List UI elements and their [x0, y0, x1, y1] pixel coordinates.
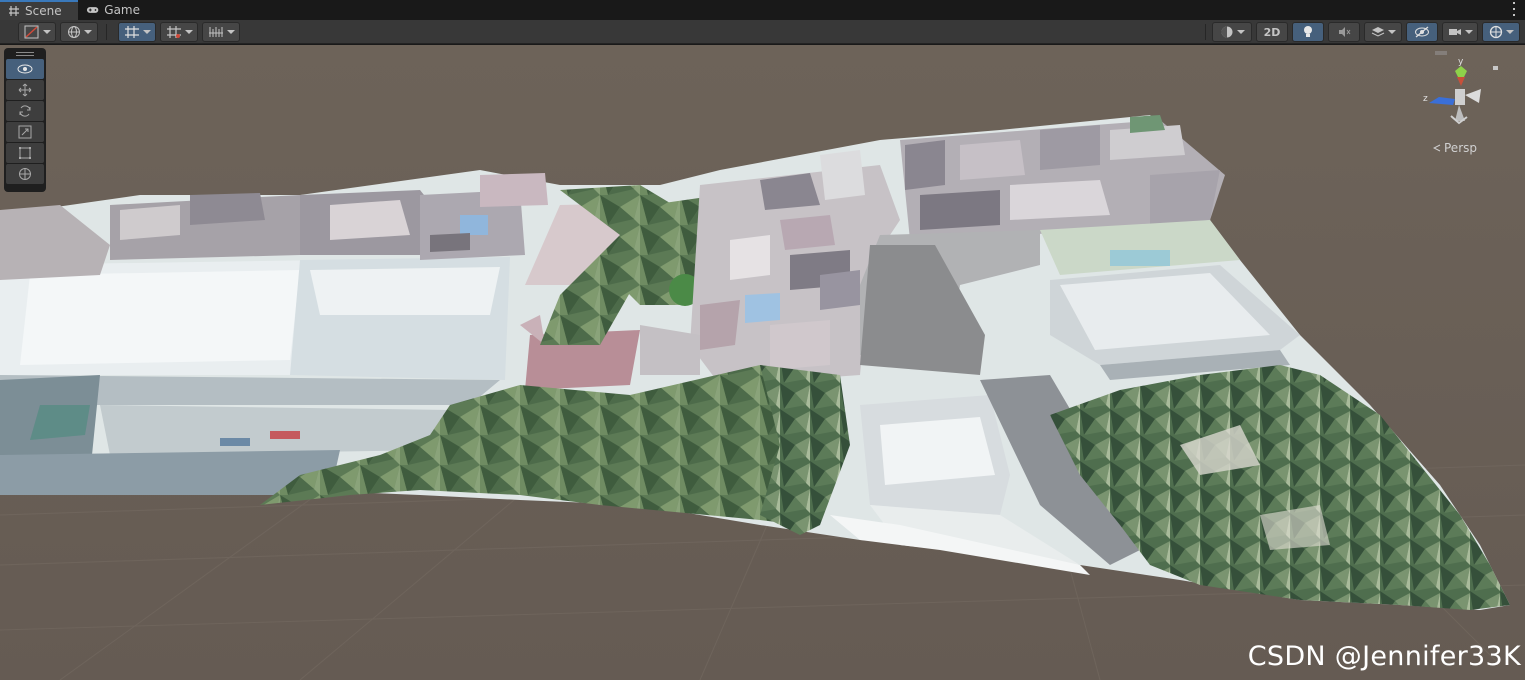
gizmo-z-label: z — [1423, 94, 1428, 104]
grid-snapping-icon — [124, 26, 139, 38]
camera-dropdown[interactable] — [1442, 22, 1478, 42]
projection-toggle[interactable]: Persp — [1433, 141, 1477, 155]
tab-scene-label: Scene — [25, 4, 62, 18]
overlay-grip[interactable] — [6, 50, 44, 58]
tab-scene[interactable]: Scene — [0, 0, 78, 20]
globe-icon — [67, 26, 80, 38]
watermark: CSDN @Jennifer33K — [1247, 641, 1521, 672]
perspective-icon — [1433, 144, 1441, 152]
rotate-icon — [19, 105, 31, 117]
grid-snapping-toggle[interactable] — [118, 22, 156, 42]
tab-game-label: Game — [104, 3, 140, 17]
scene-visibility-toggle[interactable] — [1406, 22, 1438, 42]
grid-visibility-icon — [166, 26, 181, 38]
effects-dropdown[interactable] — [1364, 22, 1402, 42]
scene-toolbar: 2D — [0, 20, 1525, 44]
rotate-tool[interactable] — [6, 101, 44, 121]
projection-label: Persp — [1444, 141, 1477, 155]
gizmos-dropdown[interactable] — [1482, 22, 1520, 42]
axis-gizmo-icon: y z — [1423, 51, 1498, 125]
increment-snap-dropdown[interactable] — [202, 22, 240, 42]
audio-toggle[interactable] — [1328, 22, 1360, 42]
global-local-dropdown[interactable] — [60, 22, 98, 42]
effects-layers-icon — [1371, 27, 1384, 37]
hidden-eye-icon — [1415, 26, 1429, 38]
scene-viewport[interactable]: y z Persp CSDN @Jennifer33K — [0, 45, 1525, 680]
lighting-toggle[interactable] — [1292, 22, 1324, 42]
2d-toggle[interactable]: 2D — [1256, 22, 1288, 42]
transform-tool[interactable] — [6, 164, 44, 184]
move-arrows-icon — [18, 83, 32, 97]
scale-tool[interactable] — [6, 122, 44, 142]
lightbulb-icon — [1304, 26, 1312, 37]
rect-tool[interactable] — [6, 143, 44, 163]
gizmo-y-label: y — [1458, 57, 1464, 67]
gamepad-icon — [86, 7, 99, 13]
shading-dropdown[interactable] — [1212, 22, 1252, 42]
tab-options-menu[interactable] — [1511, 2, 1517, 16]
scene-mesh-render — [0, 45, 1525, 680]
2d-label: 2D — [1263, 25, 1281, 39]
tab-game[interactable]: Game — [78, 0, 148, 20]
view-tool[interactable] — [6, 59, 44, 79]
gizmos-icon — [1489, 25, 1502, 39]
transform-icon — [19, 168, 31, 180]
orientation-gizmo[interactable]: y z Persp — [1415, 51, 1515, 161]
move-tool[interactable] — [6, 80, 44, 100]
tab-bar: Scene Game — [0, 0, 1525, 20]
eye-icon — [17, 64, 33, 74]
tools-overlay — [4, 48, 46, 192]
audio-mute-icon — [1339, 27, 1351, 37]
grid-hash-icon — [9, 6, 19, 16]
camera-icon — [1448, 29, 1461, 35]
draw-mode-dropdown[interactable] — [18, 22, 56, 42]
increment-snap-icon — [208, 27, 223, 37]
scale-icon — [18, 125, 32, 139]
shading-mode-icon — [24, 25, 38, 39]
grid-visibility-dropdown[interactable] — [160, 22, 198, 42]
rect-transform-icon — [19, 147, 31, 159]
shading-sphere-icon — [1221, 26, 1232, 38]
